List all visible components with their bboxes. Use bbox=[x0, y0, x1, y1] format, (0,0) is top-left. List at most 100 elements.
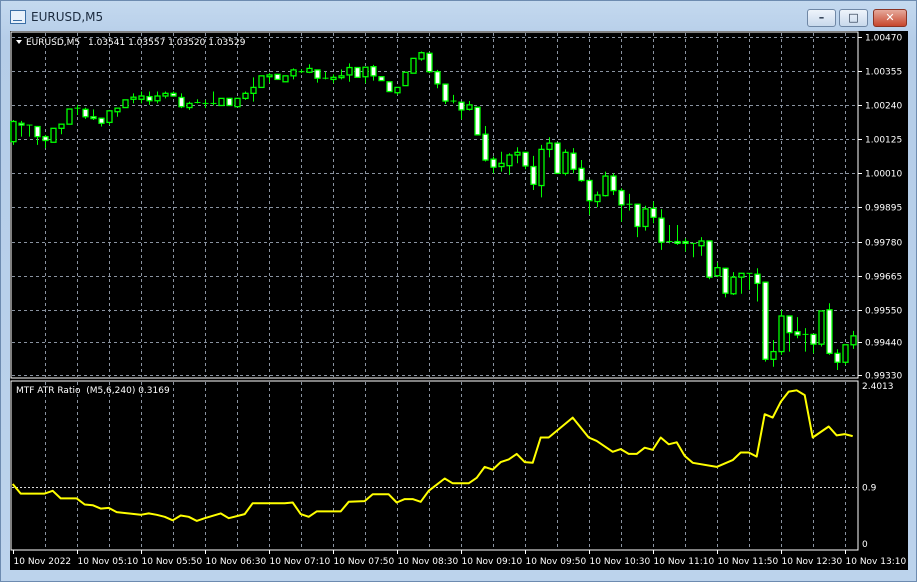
candle-body bbox=[170, 92, 177, 97]
candle bbox=[386, 81, 393, 93]
candle-body bbox=[394, 86, 401, 94]
candle bbox=[714, 262, 721, 278]
candle bbox=[146, 91, 153, 105]
candle bbox=[458, 101, 465, 120]
candle bbox=[338, 69, 345, 80]
candle bbox=[762, 281, 769, 362]
candle bbox=[418, 51, 425, 61]
candle-body bbox=[58, 123, 65, 129]
time-axis-label: 10 Nov 09:50 bbox=[526, 557, 587, 567]
candle-body bbox=[162, 92, 169, 97]
candle-body bbox=[434, 71, 441, 85]
candle-body bbox=[594, 194, 601, 203]
candle-body bbox=[154, 95, 161, 102]
candle-body bbox=[466, 104, 473, 110]
candle bbox=[722, 267, 729, 298]
candle-body bbox=[490, 158, 497, 168]
candle bbox=[602, 171, 609, 197]
candle bbox=[370, 64, 377, 81]
candle bbox=[850, 330, 857, 349]
candle bbox=[18, 120, 25, 137]
candle-body bbox=[98, 117, 105, 124]
indicator-line-group bbox=[11, 389, 853, 522]
candle-body bbox=[274, 73, 281, 81]
candle bbox=[434, 69, 441, 89]
candle-body bbox=[714, 267, 721, 277]
candle bbox=[346, 63, 353, 82]
candle bbox=[498, 151, 505, 172]
price-axis-label: 0.99550 bbox=[865, 307, 902, 317]
candle-body bbox=[442, 83, 449, 102]
time-axis-label: 10 Nov 13:10 bbox=[846, 557, 907, 567]
price-axis-label: 0.99440 bbox=[865, 339, 902, 349]
candle bbox=[242, 91, 249, 100]
candle-body bbox=[650, 207, 657, 218]
candle-body bbox=[338, 75, 345, 79]
candle bbox=[802, 328, 809, 352]
candle bbox=[706, 240, 713, 280]
candle bbox=[674, 224, 681, 245]
candle bbox=[218, 97, 225, 107]
candle-body bbox=[570, 152, 577, 170]
candle-body bbox=[138, 95, 145, 100]
candle bbox=[642, 205, 649, 231]
candle bbox=[738, 272, 745, 294]
candle bbox=[442, 83, 449, 105]
candle-body bbox=[258, 75, 265, 89]
candle-body bbox=[346, 66, 353, 76]
candle bbox=[514, 147, 521, 164]
candle-body bbox=[362, 66, 369, 78]
candle-body bbox=[818, 310, 825, 345]
candle-body bbox=[354, 66, 361, 78]
candle bbox=[586, 179, 593, 215]
time-axis-label: 10 Nov 11:50 bbox=[718, 557, 779, 567]
price-axis-label: 0.99895 bbox=[865, 204, 902, 214]
candle bbox=[426, 52, 433, 74]
candle bbox=[306, 64, 313, 74]
candle bbox=[354, 66, 361, 78]
candle bbox=[394, 86, 401, 95]
candle-body bbox=[602, 175, 609, 197]
candle-body bbox=[586, 179, 593, 202]
candle-body bbox=[698, 240, 705, 247]
triangle-down-icon[interactable] bbox=[16, 40, 22, 44]
candle bbox=[490, 156, 497, 174]
candle bbox=[298, 69, 305, 74]
candle bbox=[786, 315, 793, 352]
candle bbox=[10, 120, 17, 145]
candle-body bbox=[506, 154, 513, 167]
candle bbox=[194, 99, 201, 104]
candle bbox=[410, 57, 417, 74]
price-chart[interactable]: 1.00470 1.00355 1.00240 1.00125 1.00010 0.998… bbox=[0, 0, 917, 582]
candle-body bbox=[106, 110, 113, 124]
candle-body bbox=[610, 175, 617, 192]
candle-body bbox=[10, 120, 17, 143]
indicator-axis-label: 2.4013 bbox=[862, 382, 894, 392]
candle-body bbox=[418, 52, 425, 60]
candle-body bbox=[34, 125, 41, 138]
candle-body bbox=[578, 167, 585, 182]
candle bbox=[82, 107, 89, 119]
candle bbox=[746, 272, 753, 290]
time-axis-label: 10 Nov 10:30 bbox=[590, 557, 651, 567]
candle bbox=[538, 144, 545, 198]
candle-body bbox=[122, 99, 129, 109]
candle-body bbox=[498, 162, 505, 168]
candle bbox=[666, 224, 673, 244]
candle-body bbox=[810, 333, 817, 345]
candle bbox=[330, 74, 337, 84]
candle bbox=[130, 93, 137, 104]
axes: 1.00470 1.00355 1.00240 1.00125 1.00010 0.998… bbox=[13, 34, 907, 567]
candles bbox=[10, 51, 857, 370]
candle-body bbox=[674, 240, 681, 245]
candle bbox=[754, 268, 761, 302]
candle bbox=[570, 148, 577, 174]
candle bbox=[210, 91, 217, 106]
candle bbox=[698, 237, 705, 256]
candle-body bbox=[474, 106, 481, 136]
candle-body bbox=[242, 92, 249, 100]
candle bbox=[546, 137, 553, 158]
candle bbox=[282, 75, 289, 83]
candle bbox=[554, 142, 561, 175]
candle bbox=[834, 349, 841, 370]
